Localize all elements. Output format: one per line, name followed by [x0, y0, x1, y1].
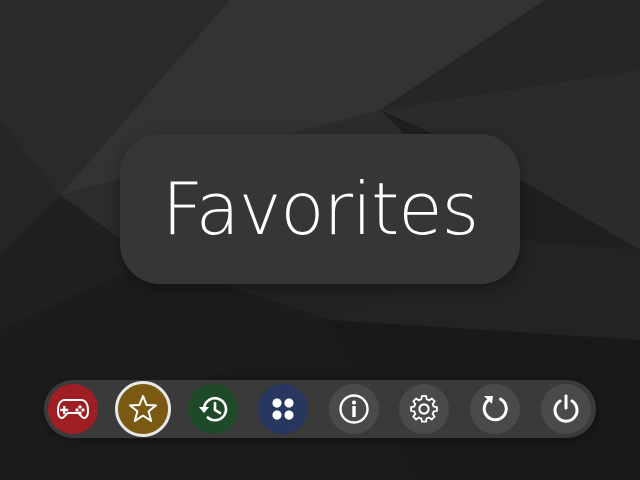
collections-button[interactable]	[258, 384, 308, 434]
history-icon	[197, 394, 229, 424]
settings-button[interactable]	[399, 384, 449, 434]
restart-button[interactable]	[470, 384, 520, 434]
games-button[interactable]	[48, 384, 98, 434]
section-title: Favorites	[161, 167, 479, 251]
gamepad-icon	[56, 397, 90, 421]
power-button[interactable]	[541, 384, 591, 434]
favorites-button[interactable]	[115, 381, 171, 437]
info-icon	[338, 393, 370, 425]
section-title-card: Favorites	[120, 134, 520, 284]
power-icon	[551, 393, 581, 425]
grid-dots-icon	[270, 396, 296, 422]
gear-icon	[409, 394, 439, 424]
star-icon	[128, 394, 158, 424]
launcher-screen: Favorites	[0, 0, 640, 480]
history-button[interactable]	[188, 384, 238, 434]
bottom-menu-dock	[44, 380, 596, 438]
info-button[interactable]	[329, 384, 379, 434]
restart-icon	[479, 393, 511, 425]
